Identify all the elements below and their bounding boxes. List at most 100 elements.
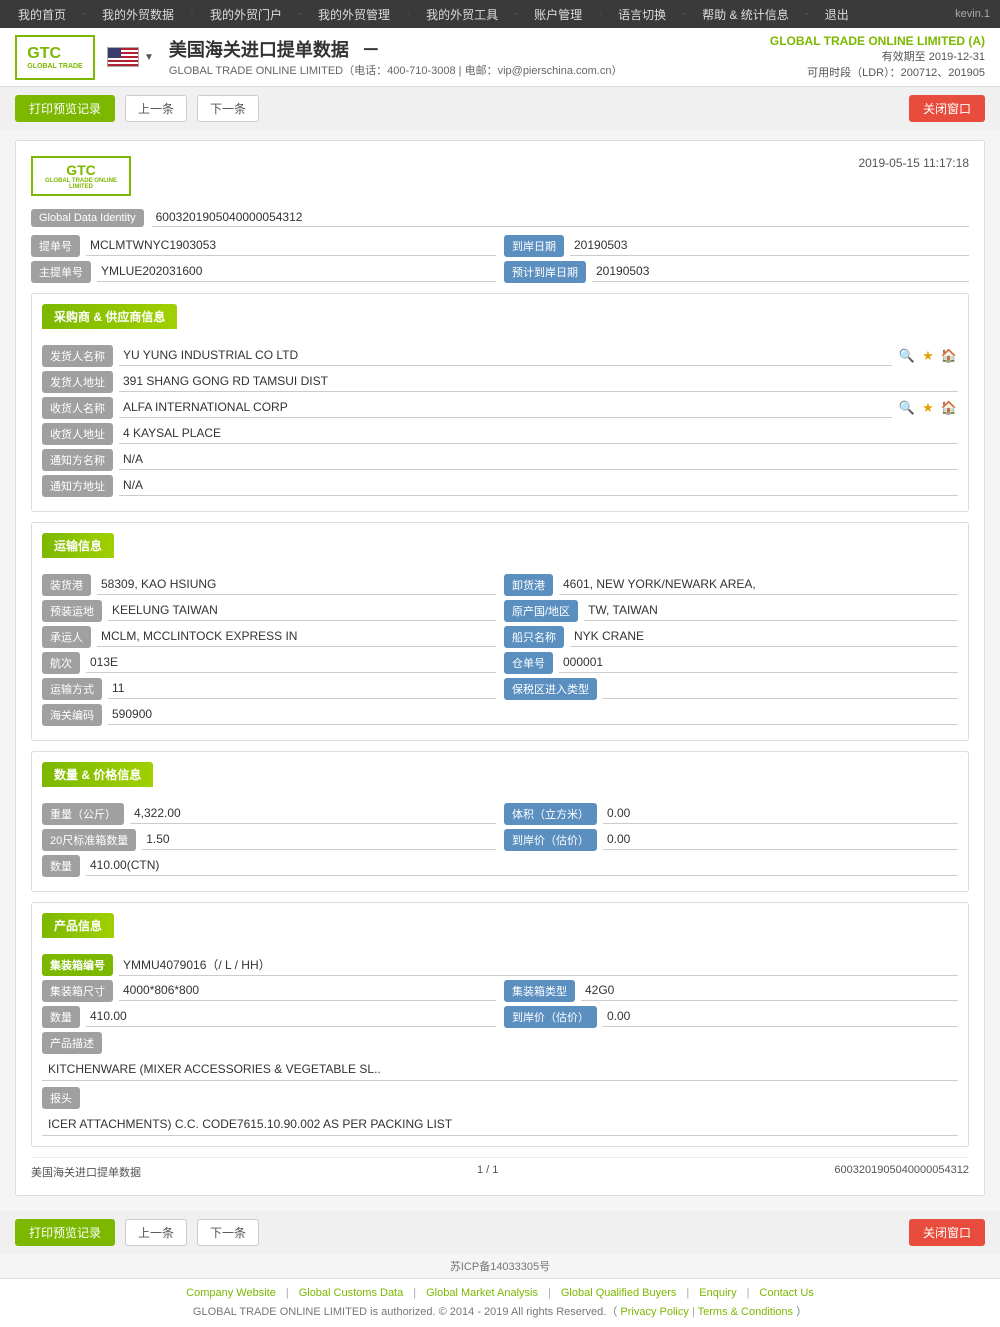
footer-link-company[interactable]: Company Website <box>186 1287 276 1299</box>
nav-help[interactable]: 帮助 & 统计信息 <box>694 6 797 23</box>
card-header: GTC GLOBAL TRADE ONLINE LIMITED 2019-05-… <box>31 156 969 196</box>
footer-copyright: GLOBAL TRADE ONLINE LIMITED is authorize… <box>15 1303 985 1319</box>
sep5: | <box>747 1287 750 1299</box>
landed-price2-value: 0.00 <box>603 1007 958 1027</box>
nav-separator8: · <box>797 6 817 23</box>
vessel-label: 船只名称 <box>504 626 564 648</box>
prev-button[interactable]: 上一条 <box>125 95 187 122</box>
top-nav: 我的首页 · 我的外贸数据 · 我的外贸门户 · 我的外贸管理 · 我的外贸工具… <box>0 0 1000 28</box>
notify-addr-label: 通知方地址 <box>42 475 113 497</box>
close-button[interactable]: 关闭窗口 <box>909 95 985 122</box>
std20-item: 20尺标准箱数量 1.50 <box>42 829 496 851</box>
footer-link-enquiry[interactable]: Enquiry <box>699 1287 736 1299</box>
bottom-next-button[interactable]: 下一条 <box>197 1219 259 1246</box>
footer-links: Company Website | Global Customs Data | … <box>15 1287 985 1299</box>
sep4: | <box>686 1287 689 1299</box>
title-dash: － <box>362 40 380 60</box>
shipper-addr-value: 391 SHANG GONG RD TAMSUI DIST <box>119 372 958 392</box>
card-timestamp: 2019-05-15 11:17:18 <box>858 156 969 170</box>
nav-trade-data[interactable]: 我的外贸数据 <box>94 6 182 23</box>
footer-link-market[interactable]: Global Market Analysis <box>426 1287 538 1299</box>
gdi-value: 6003201905040000054312 <box>152 208 969 227</box>
qty-price-title-row: 数量 & 价格信息 <box>42 762 958 795</box>
qty2-label: 数量 <box>42 1006 80 1028</box>
shipper-star-icon[interactable]: ★ <box>919 347 937 365</box>
footer-link-buyers[interactable]: Global Qualified Buyers <box>561 1287 677 1299</box>
page-title: 美国海关进口提单数据 － <box>169 36 623 62</box>
nav-home[interactable]: 我的首页 <box>10 6 74 23</box>
bottom-prev-button[interactable]: 上一条 <box>125 1219 187 1246</box>
terms-link[interactable]: Terms & Conditions <box>698 1306 793 1318</box>
flag-dropdown-icon[interactable]: ▼ <box>144 52 154 63</box>
bill-no-item: 提单号 MCLMTWNYC1903053 <box>31 235 496 257</box>
qty-price-title: 数量 & 价格信息 <box>42 762 153 787</box>
consignee-star-icon[interactable]: ★ <box>919 399 937 417</box>
gdi-label: Global Data Identity <box>31 209 144 227</box>
consignee-search-icon[interactable]: 🔍 <box>898 399 916 417</box>
desc-label: 产品描述 <box>42 1032 102 1054</box>
ftz-label: 保税区进入类型 <box>504 678 597 700</box>
nav-separator1: · <box>74 6 94 23</box>
vessel-item: 船只名称 NYK CRANE <box>504 626 958 648</box>
notify-label: 通知方名称 <box>42 449 113 471</box>
qty2-item: 数量 410.00 <box>42 1006 496 1028</box>
container-no-value: YMMU4079016（/ L / HH） <box>119 954 958 976</box>
consignee-home-icon[interactable]: 🏠 <box>940 399 958 417</box>
transport-mode-value: 11 <box>108 679 496 699</box>
carrier-value: MCLM, MCCLINTOCK EXPRESS IN <box>97 627 496 647</box>
est-arrival-item: 预计到岸日期 20190503 <box>504 261 969 283</box>
nav-tools[interactable]: 我的外贸工具 <box>418 6 506 23</box>
page-title-area: 美国海关进口提单数据 － GLOBAL TRADE ONLINE LIMITED… <box>169 36 623 78</box>
sep3: | <box>548 1287 551 1299</box>
nav-logout[interactable]: 退出 <box>817 6 857 23</box>
pre-dest-row: 预装运地 KEELUNG TAIWAN 原产国/地区 TW, TAIWAN <box>42 600 958 622</box>
privacy-link[interactable]: Privacy Policy <box>620 1306 688 1318</box>
consignee-value: ALFA INTERNATIONAL CORP <box>119 398 892 418</box>
print-button[interactable]: 打印预览记录 <box>15 95 115 122</box>
consignee-addr-row: 收货人地址 4 KAYSAL PLACE <box>42 423 958 445</box>
next-button[interactable]: 下一条 <box>197 95 259 122</box>
flag-area[interactable]: ▼ <box>107 47 154 67</box>
notify-value: N/A <box>119 450 958 470</box>
nav-admin[interactable]: 我的外贸管理 <box>310 6 398 23</box>
master-bill-value: YMLUE202031600 <box>97 262 496 282</box>
nav-portal[interactable]: 我的外贸门户 <box>202 6 290 23</box>
bill-no-value: MCLMTWNYC1903053 <box>86 236 496 256</box>
std20-label: 20尺标准箱数量 <box>42 829 136 851</box>
copyright-end: ） <box>796 1306 807 1318</box>
voyage-value: 013E <box>86 653 496 673</box>
arrival-date-label: 到岸日期 <box>504 235 564 257</box>
consignee-addr-label: 收货人地址 <box>42 423 113 445</box>
quantity-price-section: 数量 & 价格信息 重量（公斤） 4,322.00 体积（立方米） 0.00 2… <box>31 751 969 892</box>
voyage-item: 航次 013E <box>42 652 496 674</box>
container-type-value: 42G0 <box>581 981 958 1001</box>
footer-link-contact[interactable]: Contact Us <box>759 1287 813 1299</box>
header-label-row: 报头 <box>42 1087 958 1109</box>
nav-separator2: · <box>182 6 202 23</box>
shipper-search-icon[interactable]: 🔍 <box>898 347 916 365</box>
footer-link-customs[interactable]: Global Customs Data <box>299 1287 404 1299</box>
container-type-item: 集装箱类型 42G0 <box>504 980 958 1002</box>
pre-dest-item: 预装运地 KEELUNG TAIWAN <box>42 600 496 622</box>
site-footer: Company Website | Global Customs Data | … <box>0 1278 1000 1327</box>
std20-value: 1.50 <box>142 830 496 850</box>
bottom-close-button[interactable]: 关闭窗口 <box>909 1219 985 1246</box>
carrier-vessel-row: 承运人 MCLM, MCCLINTOCK EXPRESS IN 船只名称 NYK… <box>42 626 958 648</box>
shipper-value: YU YUNG INDUSTRIAL CO LTD <box>119 346 892 366</box>
nav-language[interactable]: 语言切换 <box>610 6 674 23</box>
card-footer-page: 1 / 1 <box>477 1164 498 1180</box>
company-info: GLOBAL TRADE ONLINE LIMITED (A) 有效期至 201… <box>770 34 985 80</box>
bottom-print-button[interactable]: 打印预览记录 <box>15 1219 115 1246</box>
nav-account[interactable]: 账户管理 <box>526 6 590 23</box>
desc-value: KITCHENWARE (MIXER ACCESSORIES & VEGETAB… <box>42 1058 958 1081</box>
sep2: | <box>413 1287 416 1299</box>
shipper-home-icon[interactable]: 🏠 <box>940 347 958 365</box>
arrival-date-item: 到岸日期 20190503 <box>504 235 969 257</box>
nav-separator5: · <box>506 6 526 23</box>
customs-code-value: 590900 <box>108 705 958 725</box>
consignee-icons: 🔍 ★ 🏠 <box>898 399 958 417</box>
transport-mode-label: 运输方式 <box>42 678 102 700</box>
qty-label: 数量 <box>42 855 80 877</box>
landed-price-label: 到岸价（估价） <box>504 829 597 851</box>
content-wrapper: GTC GLOBAL TRADE ONLINE LIMITED 2019-05-… <box>0 130 1000 1211</box>
